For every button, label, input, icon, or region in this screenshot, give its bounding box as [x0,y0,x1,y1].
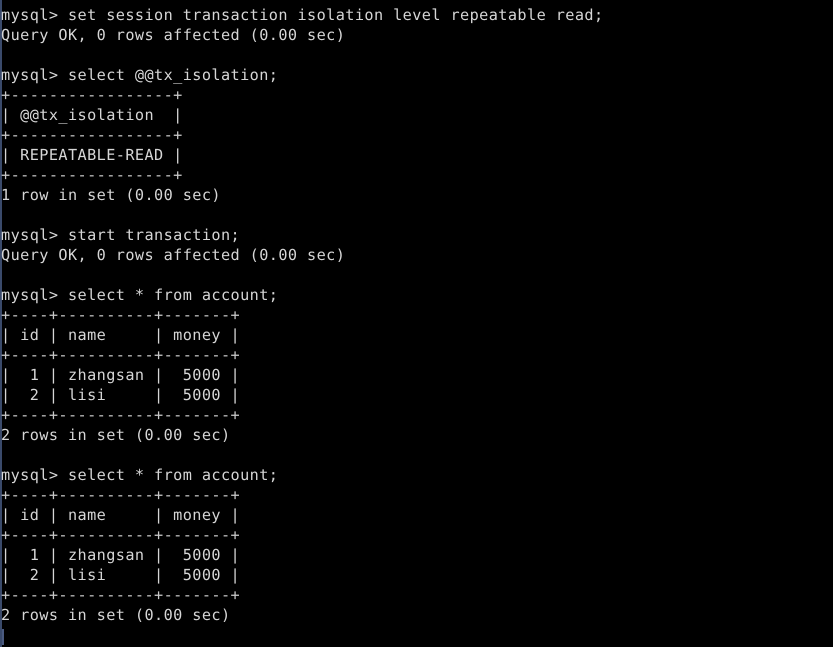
table-rule-line: +----+----------+-------+ [1,486,241,504]
terminal-prompt-line: mysql> set session transaction isolation… [1,6,604,24]
terminal-status-line: 2 rows in set (0.00 sec) [1,426,231,444]
terminal-status-line: Query OK, 0 rows affected (0.00 sec) [1,246,346,264]
terminal-output-area[interactable]: mysql> set session transaction isolation… [0,0,833,647]
table-row-line: | REPEATABLE-READ | [1,146,183,164]
table-row-line: | id | name | money | [1,506,241,524]
table-rule-line: +-----------------+ [1,126,183,144]
table-rule-line: +----+----------+-------+ [1,586,241,604]
terminal-status-line: Query OK, 0 rows affected (0.00 sec) [1,26,346,44]
table-rule-line: +----+----------+-------+ [1,346,241,364]
table-row-line: | 1 | zhangsan | 5000 | [1,366,241,384]
table-row-line: | @@tx_isolation | [1,106,183,124]
terminal-prompt-line: mysql> select @@tx_isolation; [1,66,279,84]
table-rule-line: +-----------------+ [1,86,183,104]
table-row-line: | 1 | zhangsan | 5000 | [1,546,241,564]
text-cursor [2,629,12,645]
table-row-line: | id | name | money | [1,326,241,344]
terminal-status-line: 1 row in set (0.00 sec) [1,186,221,204]
terminal-prompt-line: mysql> start transaction; [1,226,241,244]
terminal-status-line: 2 rows in set (0.00 sec) [1,606,231,624]
table-rule-line: +-----------------+ [1,166,183,184]
table-rule-line: +----+----------+-------+ [1,306,241,324]
terminal-prompt-line: mysql> select * from account; [1,466,279,484]
terminal-prompt-line: mysql> select * from account; [1,286,279,304]
table-row-line: | 2 | lisi | 5000 | [1,386,241,404]
table-row-line: | 2 | lisi | 5000 | [1,566,241,584]
table-rule-line: +----+----------+-------+ [1,406,241,424]
table-rule-line: +----+----------+-------+ [1,526,241,544]
terminal-window[interactable]: mysql> set session transaction isolation… [0,0,833,647]
